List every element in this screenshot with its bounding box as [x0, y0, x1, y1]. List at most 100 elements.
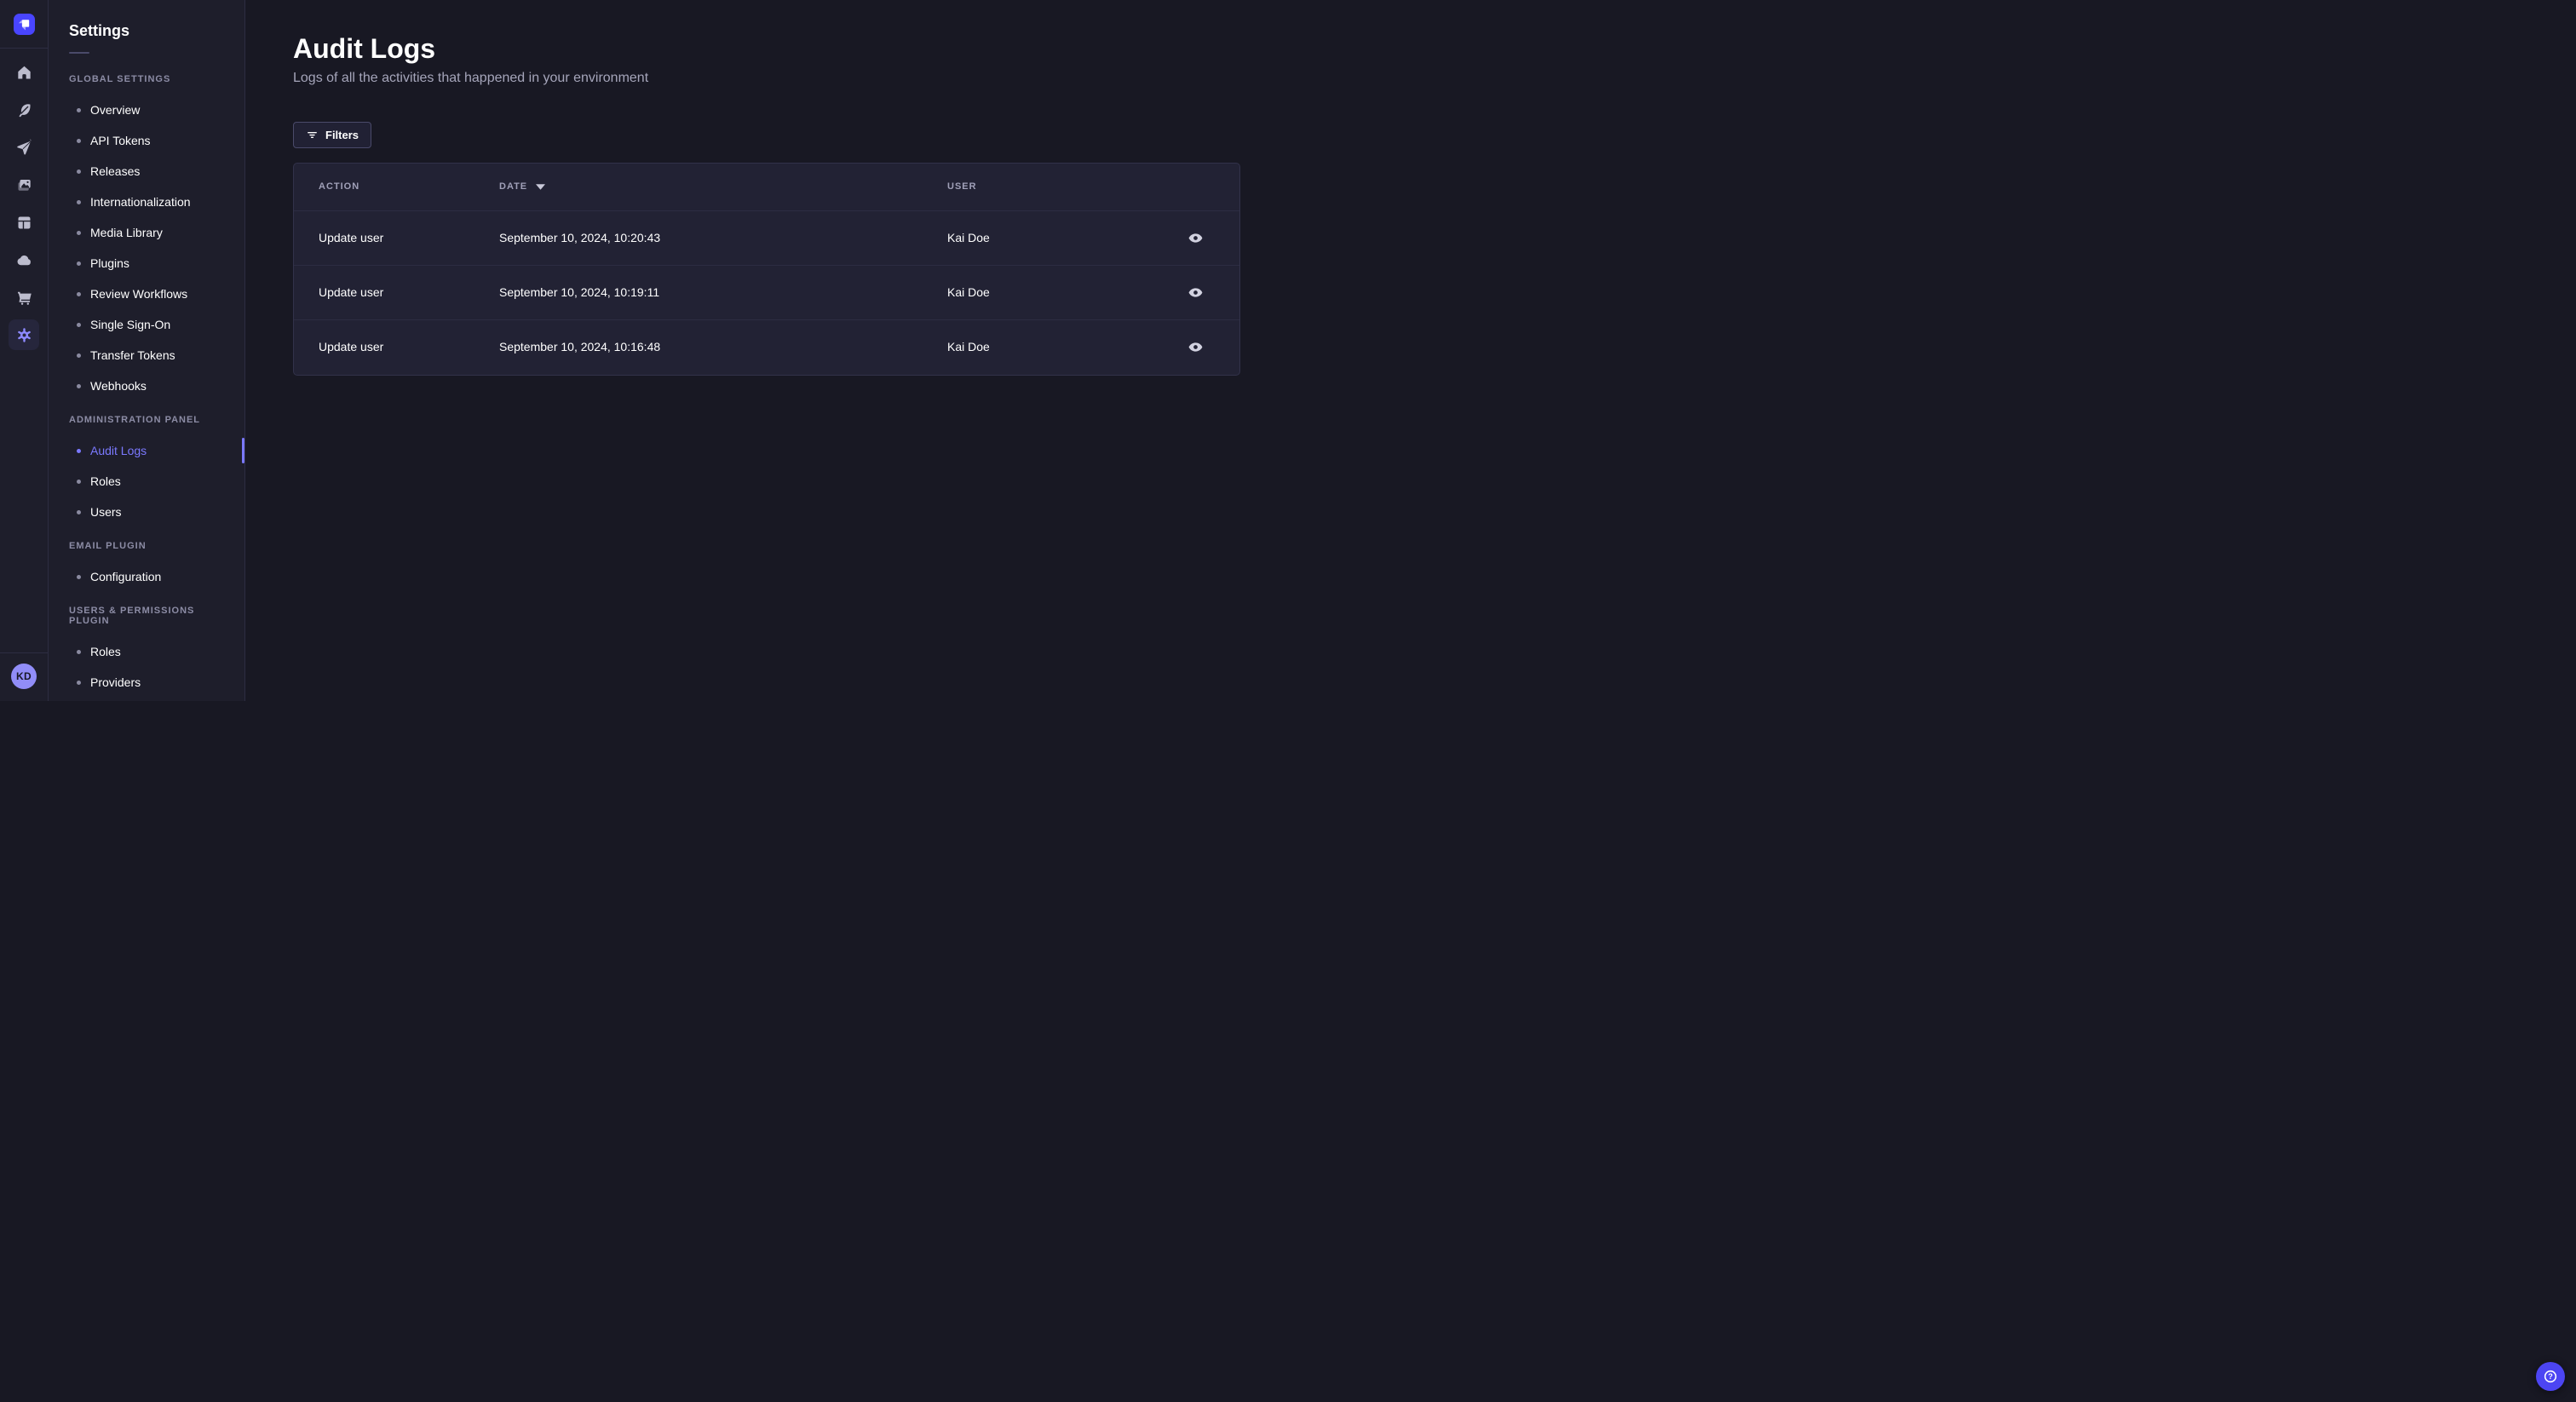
settings-sidebar: Settings Global Settings Overview API Toke… [49, 0, 245, 701]
rail-item-cart[interactable] [9, 282, 39, 313]
rail-item-layout[interactable] [9, 207, 39, 238]
sidebar-item-label: Releases [90, 164, 141, 178]
table-row[interactable]: Update user September 10, 2024, 10:16:48 K… [294, 319, 1239, 374]
sidebar-item-label: Roles [90, 645, 121, 658]
sidebar-item-label: Review Workflows [90, 287, 188, 301]
sidebar-item-label: Plugins [90, 256, 129, 270]
sidebar-item-label: Audit Logs [90, 444, 147, 457]
sidebar-item-configuration[interactable]: Configuration [49, 561, 244, 592]
action-cell: Update user [319, 285, 384, 299]
sidebar-item-users[interactable]: Users [49, 497, 244, 527]
page-subtitle: Logs of all the activities that happened… [293, 71, 649, 85]
bullet-icon [77, 169, 81, 174]
rail-item-paper-plane[interactable] [9, 132, 39, 163]
gear-icon [15, 326, 33, 344]
table-row[interactable]: Update user September 10, 2024, 10:20:43 K… [294, 210, 1239, 265]
sidebar-item-label: Configuration [90, 570, 162, 583]
user-cell: Kai Doe [947, 285, 990, 299]
view-details-button[interactable] [1182, 224, 1209, 251]
table-header-row: Action Date User [294, 164, 1239, 210]
bullet-icon [77, 509, 81, 514]
sidebar-section-email-plugin: Email Plugin Configuration [49, 541, 244, 592]
rail-item-cloud[interactable] [9, 244, 39, 275]
sidebar-item-label: Internationalization [90, 195, 191, 209]
bullet-icon [77, 138, 81, 143]
section-label: Administration Panel [69, 415, 201, 425]
filters-button[interactable]: Filters [293, 122, 372, 148]
eye-icon [1187, 230, 1204, 246]
bullet-icon [77, 479, 81, 484]
sidebar-item-review-workflows[interactable]: Review Workflows [49, 279, 244, 309]
rail-divider-bottom [0, 652, 48, 653]
question-circle-icon: ? [2542, 1368, 2559, 1385]
view-details-button[interactable] [1182, 333, 1209, 360]
sidebar-item-plugins[interactable]: Plugins [49, 248, 244, 279]
filters-button-label: Filters [325, 129, 359, 141]
date-cell: September 10, 2024, 10:16:48 [499, 340, 661, 354]
sidebar-item-label: Webhooks [90, 379, 147, 393]
sidebar-item-label: Users [90, 505, 122, 519]
home-icon [15, 64, 33, 82]
sidebar-item-roles[interactable]: Roles [49, 636, 244, 667]
rail-item-gear[interactable] [9, 319, 39, 350]
sidebar-section-global-settings: Global Settings Overview API Tokens Release… [49, 74, 244, 401]
bullet-icon [77, 383, 81, 388]
sidebar-item-providers[interactable]: Providers [49, 667, 244, 698]
feather-icon [15, 101, 33, 119]
rail-nav [9, 57, 39, 350]
section-label: Global Settings [69, 74, 171, 84]
rail-divider [0, 48, 48, 49]
sidebar-item-overview[interactable]: Overview [49, 95, 244, 125]
table-row[interactable]: Update user September 10, 2024, 10:19:11 K… [294, 265, 1239, 319]
strapi-logo-icon [18, 20, 29, 31]
help-button[interactable]: ? [2536, 1362, 2565, 1391]
sidebar-item-media-library[interactable]: Media Library [49, 217, 244, 248]
sidebar-item-label: Single Sign-On [90, 318, 171, 331]
cart-icon [15, 289, 33, 307]
main-content: Audit Logs Logs of all the activities th… [245, 0, 1288, 701]
column-header-user: User [947, 181, 977, 192]
avatar[interactable]: KD [11, 664, 37, 689]
sidebar-item-releases[interactable]: Releases [49, 156, 244, 187]
sidebar-item-label: Overview [90, 103, 141, 117]
user-cell: Kai Doe [947, 340, 990, 354]
eye-icon [1187, 284, 1204, 301]
action-cell: Update user [319, 340, 384, 354]
bullet-icon [77, 230, 81, 235]
media-icon [15, 176, 33, 194]
bullet-icon [77, 680, 81, 685]
sidebar-item-transfer-tokens[interactable]: Transfer Tokens [49, 340, 244, 371]
sidebar-item-webhooks[interactable]: Webhooks [49, 371, 244, 401]
filter-icon [306, 129, 319, 141]
main-nav-rail: KD [0, 0, 49, 701]
audit-logs-table-card: Action Date User Update user September 10… [293, 163, 1240, 376]
bullet-icon [77, 353, 81, 358]
rail-item-media[interactable] [9, 170, 39, 200]
section-label: Email Plugin [69, 541, 147, 551]
sidebar-item-api-tokens[interactable]: API Tokens [49, 125, 244, 156]
strapi-logo[interactable] [13, 14, 35, 35]
date-cell: September 10, 2024, 10:19:11 [499, 285, 660, 299]
sidebar-item-internationalization[interactable]: Internationalization [49, 187, 244, 217]
bullet-icon [77, 574, 81, 579]
sidebar-item-single-sign-on[interactable]: Single Sign-On [49, 309, 244, 340]
sort-desc-icon [536, 183, 546, 190]
action-cell: Update user [319, 231, 384, 244]
svg-text:?: ? [2548, 1372, 2553, 1381]
sidebar-item-label: Media Library [90, 226, 163, 239]
column-header-date[interactable]: Date [499, 164, 947, 210]
sidebar-item-audit-logs[interactable]: Audit Logs [49, 435, 244, 466]
sidebar-title: Settings [69, 22, 130, 39]
rail-item-feather[interactable] [9, 95, 39, 125]
bullet-icon [77, 291, 81, 296]
view-details-button[interactable] [1182, 279, 1209, 306]
date-cell: September 10, 2024, 10:20:43 [499, 231, 661, 244]
section-label: Users & Permissions plugin [69, 606, 195, 626]
sidebar-section-administration-panel: Administration Panel Audit Logs Roles Users [49, 415, 244, 527]
layout-icon [15, 214, 33, 232]
bullet-icon [77, 199, 81, 204]
bullet-icon [77, 322, 81, 327]
sidebar-item-roles[interactable]: Roles [49, 466, 244, 497]
sidebar-item-label: Roles [90, 474, 121, 488]
rail-item-home[interactable] [9, 57, 39, 88]
